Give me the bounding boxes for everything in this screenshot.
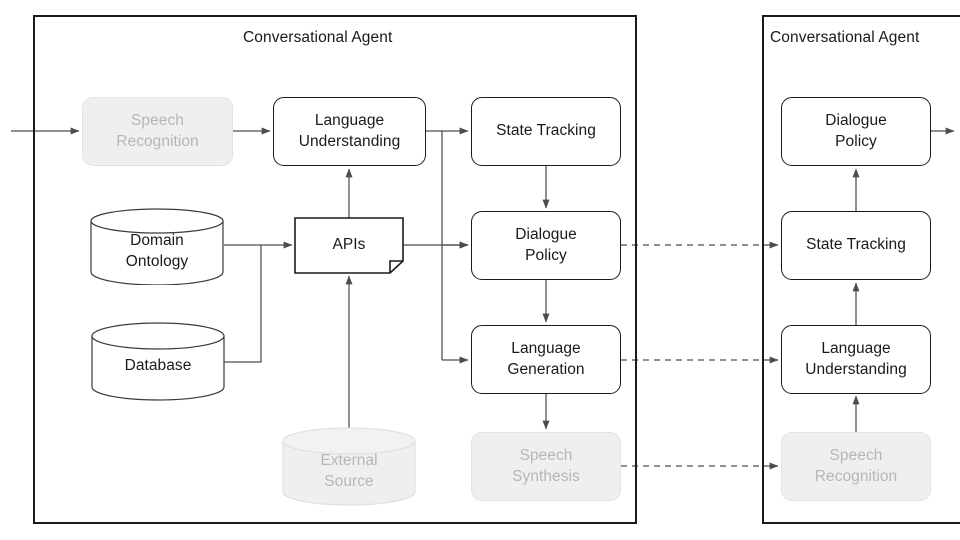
node-speech-synthesis-left[interactable]: Speech Synthesis <box>471 432 621 501</box>
node-label: Language Understanding <box>298 112 401 150</box>
node-label: State Tracking <box>806 236 906 254</box>
node-state-tracking-right[interactable]: State Tracking <box>781 211 931 280</box>
node-speech-recognition-right[interactable]: Speech Recognition <box>781 432 931 501</box>
cylinder-shape-icon <box>282 427 416 506</box>
node-speech-recognition-left[interactable]: Speech Recognition <box>82 97 233 166</box>
left-panel-title: Conversational Agent <box>243 29 393 46</box>
node-domain-ontology[interactable]: Domain Ontology <box>90 208 224 285</box>
node-state-tracking-left[interactable]: State Tracking <box>471 97 621 166</box>
node-label: Speech Synthesis <box>512 447 580 485</box>
cylinder-shape-icon <box>91 322 225 401</box>
diagram-canvas: Conversational Agent Speech Recognition … <box>0 0 960 540</box>
node-database[interactable]: Database <box>91 322 225 401</box>
node-label: Language Generation <box>507 340 585 378</box>
node-external-source[interactable]: External Source <box>282 427 416 506</box>
node-apis[interactable]: APIs <box>294 217 404 274</box>
document-shape-icon <box>294 217 404 274</box>
node-language-understanding-right[interactable]: Language Understanding <box>781 325 931 394</box>
right-panel-title: Conversational Agent <box>770 29 920 46</box>
node-label: Dialogue Policy <box>515 226 577 264</box>
node-label: Language Understanding <box>805 340 907 378</box>
node-label: Dialogue Policy <box>825 112 887 150</box>
node-language-understanding-left[interactable]: Language Understanding <box>273 97 426 166</box>
node-label: Speech Recognition <box>116 112 199 150</box>
node-language-generation-left[interactable]: Language Generation <box>471 325 621 394</box>
cylinder-shape-icon <box>90 208 224 285</box>
node-dialogue-policy-right[interactable]: Dialogue Policy <box>781 97 931 166</box>
node-dialogue-policy-left[interactable]: Dialogue Policy <box>471 211 621 280</box>
node-label: Speech Recognition <box>814 447 898 485</box>
node-label: State Tracking <box>496 122 596 140</box>
